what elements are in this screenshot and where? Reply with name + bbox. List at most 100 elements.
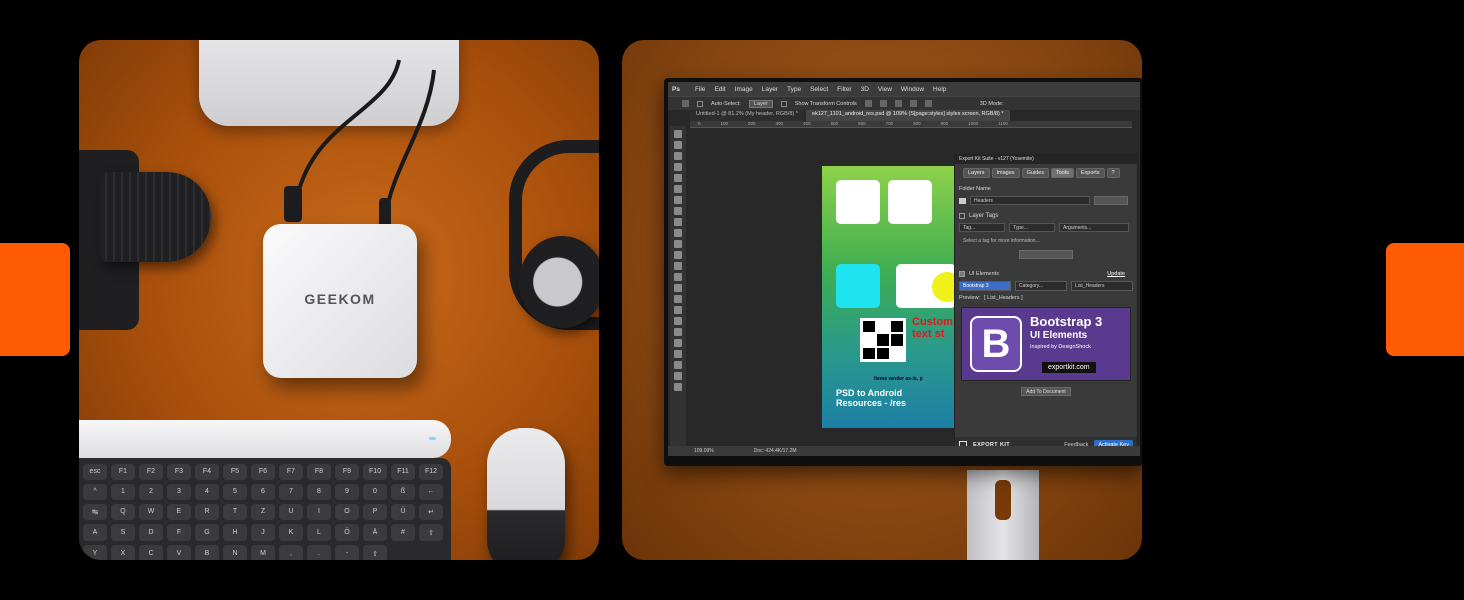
- photoshop-app-icon[interactable]: Ps: [672, 86, 680, 93]
- folder-action-button[interactable]: [1094, 196, 1128, 205]
- tool-icon[interactable]: [674, 240, 682, 248]
- tool-icon[interactable]: [674, 361, 682, 369]
- tool-icon[interactable]: [674, 317, 682, 325]
- tool-icon[interactable]: [674, 141, 682, 149]
- move-tool-icon[interactable]: [682, 100, 689, 107]
- list-select[interactable]: List_Headers: [1071, 281, 1133, 291]
- menu-type[interactable]: Type: [787, 86, 801, 93]
- insert-tag-button[interactable]: [1019, 250, 1073, 259]
- menu-image[interactable]: Image: [735, 86, 753, 93]
- grid-icon: [860, 318, 906, 362]
- folder-name-label: Folder Name: [959, 186, 991, 192]
- keyboard-key: V: [167, 545, 191, 560]
- menu-edit[interactable]: Edit: [714, 86, 725, 93]
- tool-icon[interactable]: [674, 339, 682, 347]
- tool-icon[interactable]: [674, 295, 682, 303]
- horizontal-ruler: 0 100 200 300 400 500 600 700 800 900 1000 1100: [690, 121, 1132, 128]
- tool-icon[interactable]: [674, 306, 682, 314]
- keyboard-key: F9: [335, 464, 359, 480]
- category-select[interactable]: Category...: [1015, 281, 1067, 291]
- menu-view[interactable]: View: [878, 86, 892, 93]
- ruler-tick-label: 700: [885, 121, 894, 126]
- keyboard-key: 3: [167, 483, 191, 500]
- folder-icon: [959, 197, 966, 204]
- left-accent-tab: [0, 243, 70, 356]
- auto-select-dropdown[interactable]: Layer: [748, 99, 773, 108]
- product-banner: GEEKOM esc F1 F2 F3 F4 F5 F6 F7 F8 F9 F10 F11 F12 ^ 1 2…: [0, 0, 1464, 600]
- keyboard-key: 0: [363, 483, 387, 500]
- framework-select[interactable]: Bootstrap 3: [959, 281, 1011, 291]
- keyboard-key: ,: [279, 545, 303, 560]
- keyboard-key: P: [363, 503, 387, 521]
- tab-help[interactable]: ?: [1106, 168, 1120, 178]
- keyboard-key: .: [307, 545, 331, 560]
- update-link[interactable]: Update: [1107, 271, 1125, 277]
- doc-tab-android-res[interactable]: ek127_1101_android_res.psd @ 109% (S[pag…: [805, 110, 1010, 121]
- keyboard-key: S: [111, 524, 135, 542]
- tool-icon[interactable]: [674, 185, 682, 193]
- tool-icon[interactable]: [674, 328, 682, 336]
- menu-window[interactable]: Window: [901, 86, 924, 93]
- right-accent-tab: [1386, 243, 1464, 356]
- tool-icon[interactable]: [674, 262, 682, 270]
- tool-icon[interactable]: [674, 383, 682, 391]
- menu-help[interactable]: Help: [933, 86, 946, 93]
- tool-icon[interactable]: [674, 251, 682, 259]
- menu-select[interactable]: Select: [810, 86, 828, 93]
- tool-icon[interactable]: [674, 174, 682, 182]
- menu-3d[interactable]: 3D: [861, 86, 869, 93]
- zoom-level[interactable]: 109.09%: [694, 448, 714, 454]
- tool-icon[interactable]: [674, 130, 682, 138]
- menu-filter[interactable]: Filter: [837, 86, 851, 93]
- keyboard-key: Y: [83, 545, 107, 560]
- tool-icon[interactable]: [674, 218, 682, 226]
- align-icon[interactable]: [879, 100, 887, 107]
- keyboard-key: ↹: [83, 503, 107, 521]
- tool-icon[interactable]: [674, 207, 682, 215]
- tab-tools[interactable]: Tools: [1051, 168, 1074, 178]
- tool-icon[interactable]: [674, 196, 682, 204]
- tool-icon[interactable]: [674, 273, 682, 281]
- menu-file[interactable]: File: [695, 86, 705, 93]
- preview-site: exportkit.com: [1042, 362, 1096, 373]
- keyboard-key: 4: [195, 483, 219, 500]
- white-tile: [888, 180, 932, 224]
- keyboard-key: ↵: [419, 503, 443, 521]
- tab-guides[interactable]: Guides: [1021, 168, 1049, 178]
- doc-tab-untitled[interactable]: Untitled-1 @ 81.2% (My header, RGB/8) *: [690, 110, 804, 121]
- tool-icon[interactable]: [674, 163, 682, 171]
- keyboard-key: F5: [223, 464, 247, 480]
- headphone-earcup: [519, 236, 599, 328]
- auto-select-checkbox[interactable]: [697, 100, 703, 107]
- tab-layers[interactable]: Layers: [963, 168, 990, 178]
- tool-icon[interactable]: [674, 372, 682, 380]
- layer-tags-checkbox[interactable]: [959, 213, 965, 219]
- keyboard-key: -: [335, 545, 359, 560]
- mini-pc: GEEKOM: [263, 224, 417, 378]
- distribute-icon[interactable]: [909, 100, 917, 107]
- add-to-document-button[interactable]: Add To Document: [1021, 387, 1071, 396]
- tag-select[interactable]: Tag...: [959, 223, 1005, 232]
- distribute-icon[interactable]: [924, 100, 932, 107]
- menu-layer[interactable]: Layer: [762, 86, 778, 93]
- keyboard-key: L: [307, 524, 331, 542]
- keyboard-key: F7: [279, 464, 303, 480]
- align-icon[interactable]: [864, 100, 872, 107]
- ruler-tick-label: 600: [858, 121, 866, 126]
- doc-size: Doc: 424.4K/17.2M: [753, 448, 797, 454]
- ui-elements-checkbox[interactable]: [959, 271, 965, 277]
- tab-exports[interactable]: Exports: [1075, 168, 1105, 178]
- tool-icon[interactable]: [674, 152, 682, 160]
- type-select[interactable]: Type...: [1009, 223, 1055, 232]
- keyboard-key: F: [167, 524, 191, 542]
- tool-icon[interactable]: [674, 229, 682, 237]
- align-icon[interactable]: [894, 100, 902, 107]
- transform-controls-checkbox[interactable]: [780, 100, 787, 107]
- keyboard-key: J: [251, 524, 275, 542]
- folder-name-field[interactable]: Headers: [970, 196, 1090, 205]
- tool-icon[interactable]: [674, 350, 682, 358]
- arguments-input[interactable]: Arguments...: [1059, 223, 1129, 232]
- tab-images[interactable]: Images: [991, 168, 1020, 178]
- tool-icon[interactable]: [674, 284, 682, 292]
- document-tabs: Untitled-1 @ 81.2% (My header, RGB/8) * …: [690, 110, 1140, 121]
